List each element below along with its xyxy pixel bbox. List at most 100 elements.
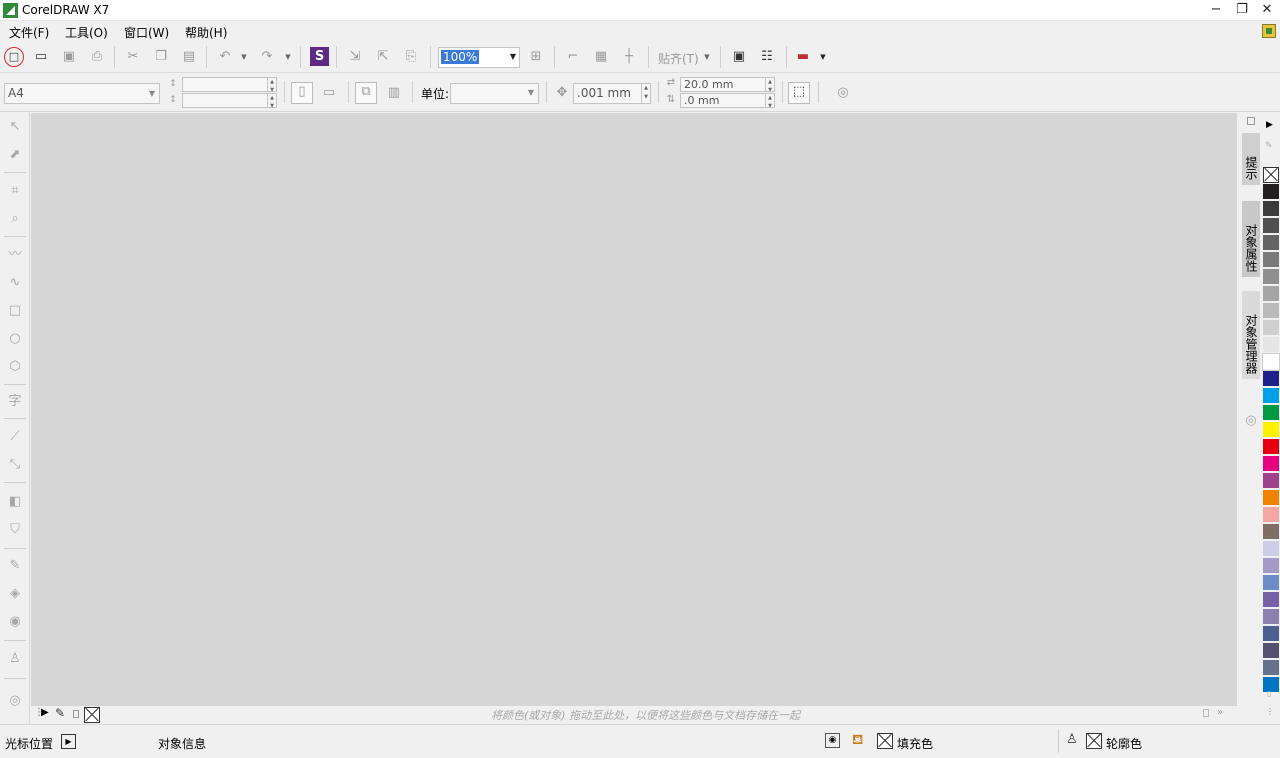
color-swatch[interactable] — [1263, 439, 1279, 455]
color-swatch[interactable] — [1263, 218, 1279, 234]
drawing-workspace[interactable] — [31, 113, 1237, 706]
color-swatch[interactable] — [1263, 558, 1279, 574]
no-color-swatch[interactable] — [1263, 167, 1279, 183]
launcher-dropdown-icon[interactable]: ▼ — [819, 48, 827, 66]
parallel-dimension-tool-icon[interactable]: ⟋ — [6, 428, 24, 446]
redo-dropdown-icon[interactable]: ▼ — [284, 48, 292, 66]
menu-window[interactable]: 窗口(W) — [124, 24, 169, 41]
tab-object-manager[interactable]: 对象管理器 — [1242, 291, 1260, 379]
current-page-icon[interactable]: ▥ — [385, 84, 403, 102]
color-swatch[interactable] — [1263, 609, 1279, 625]
color-swatch[interactable] — [1263, 320, 1279, 336]
artistic-media-tool-icon[interactable]: ∿ — [6, 274, 24, 292]
color-swatch[interactable] — [1263, 575, 1279, 591]
color-swatch[interactable] — [1263, 643, 1279, 659]
color-swatch[interactable] — [1263, 507, 1279, 523]
undo-dropdown-icon[interactable]: ▼ — [240, 48, 248, 66]
import-icon[interactable]: ⇲ — [346, 48, 364, 66]
drop-shadow-tool-icon[interactable]: ◧ — [6, 493, 24, 511]
search-content-icon[interactable]: S — [310, 47, 329, 66]
docker-menu-icon[interactable] — [1247, 117, 1255, 125]
copy-icon[interactable]: ❐ — [152, 48, 170, 66]
color-swatch[interactable] — [1263, 524, 1279, 540]
outline-none-swatch[interactable] — [1086, 733, 1102, 749]
palette-menu-icon[interactable] — [73, 710, 79, 718]
save-icon[interactable]: ▣ — [60, 48, 78, 66]
palette-scroll-right-icon[interactable]: » — [1217, 707, 1223, 718]
no-color-swatch[interactable] — [84, 707, 100, 723]
welcome-screen-icon[interactable]: ▣ — [730, 48, 748, 66]
interactive-fill-tool-icon[interactable]: ◈ — [6, 585, 24, 603]
color-swatch[interactable] — [1263, 405, 1279, 421]
color-eyedropper-tool-icon[interactable]: ✎ — [6, 557, 24, 575]
eyedropper-icon[interactable]: ✎ — [55, 706, 65, 720]
freehand-tool-icon[interactable]: 〰 — [6, 246, 24, 264]
smart-fill-tool-icon[interactable]: ◉ — [6, 613, 24, 631]
page-height-field[interactable]: ▲ ▼ — [182, 93, 277, 109]
paste-icon[interactable]: ▤ — [180, 48, 198, 66]
landscape-icon[interactable]: ▭ — [320, 84, 338, 102]
options-icon[interactable]: ☷ — [758, 48, 776, 66]
color-swatch[interactable] — [1263, 371, 1279, 387]
duplicate-distance-y-field[interactable]: .0 mm ▲ ▼ — [680, 93, 775, 109]
menu-file[interactable]: 文件(F) — [9, 24, 49, 41]
rectangle-tool-icon[interactable]: □ — [6, 302, 24, 320]
quick-customize-icon[interactable]: ◎ — [1243, 413, 1259, 429]
width-spinner[interactable]: ▲ ▼ — [267, 78, 276, 93]
play-arrow-icon[interactable]: ▶ — [61, 734, 76, 749]
close-button[interactable]: ✕ — [1254, 0, 1280, 21]
print-icon[interactable]: ⎙ — [88, 48, 106, 66]
tab-hints[interactable]: 提示 — [1242, 133, 1260, 185]
color-swatch[interactable] — [1263, 490, 1279, 506]
color-swatch[interactable] — [1263, 388, 1279, 404]
palette-scroll-up-icon[interactable]: ▶ — [1266, 120, 1273, 130]
color-swatch[interactable] — [1263, 252, 1279, 268]
page-size-select[interactable]: A4 ▼ — [4, 83, 160, 104]
cut-icon[interactable]: ✂ — [124, 48, 142, 66]
color-swatch[interactable] — [1263, 660, 1279, 676]
color-swatch[interactable] — [1263, 592, 1279, 608]
redo-icon[interactable]: ↷ — [258, 48, 276, 66]
connector-tool-icon[interactable]: ⤡ — [6, 456, 24, 474]
color-swatch[interactable] — [1263, 201, 1279, 217]
duplicate-y-spinner[interactable]: ▲ ▼ — [765, 94, 774, 109]
color-swatch[interactable] — [1263, 184, 1279, 200]
palette-flyout-icon[interactable]: ▶ — [41, 707, 49, 718]
export-icon[interactable]: ⇱ — [374, 48, 392, 66]
nudge-distance-field[interactable]: .001 mm ▲ ▼ — [573, 83, 651, 104]
color-swatch[interactable] — [1263, 541, 1279, 557]
color-swatch[interactable] — [1263, 337, 1279, 353]
fill-none-swatch[interactable] — [877, 733, 893, 749]
tab-object-properties[interactable]: 对象属性 — [1242, 201, 1260, 277]
zoom-tool-icon[interactable]: ⌕ — [6, 210, 24, 228]
shape-tool-icon[interactable]: ⬈ — [6, 146, 24, 164]
color-swatch[interactable] — [1262, 353, 1280, 371]
quick-customize-icon[interactable]: ◎ — [834, 84, 852, 102]
snap-dropdown-icon[interactable]: ▼ — [703, 48, 711, 66]
nudge-spinner[interactable]: ▲ ▼ — [641, 84, 650, 103]
color-proofing-icon[interactable]: ◉ — [825, 733, 840, 748]
menu-help[interactable]: 帮助(H) — [185, 24, 227, 41]
treat-as-filled-icon[interactable]: ⬚ — [788, 82, 810, 104]
page-width-field[interactable]: ▲ ▼ — [182, 77, 277, 93]
full-screen-preview-icon[interactable]: ⊞ — [527, 48, 545, 66]
minimize-button[interactable]: − — [1203, 0, 1229, 21]
snap-to-menu[interactable]: 贴齐(T) — [658, 50, 699, 67]
zoom-level-select[interactable]: 100% ▼ — [438, 47, 520, 68]
color-swatch[interactable] — [1263, 286, 1279, 302]
restore-button[interactable]: ❐ — [1229, 0, 1255, 21]
color-swatch[interactable] — [1263, 456, 1279, 472]
color-swatch[interactable] — [1263, 473, 1279, 489]
palette-scroll-down-icon[interactable]: ⋮ — [1266, 707, 1274, 716]
units-select[interactable]: ▼ — [450, 83, 539, 104]
application-launcher-icon[interactable]: ▬ — [794, 48, 812, 66]
pick-tool-icon[interactable]: ↖ — [6, 118, 24, 136]
ellipse-tool-icon[interactable]: ○ — [6, 330, 24, 348]
transparency-tool-icon[interactable]: ⛉ — [6, 521, 24, 539]
duplicate-distance-x-field[interactable]: 20.0 mm ▲ ▼ — [680, 77, 775, 93]
publish-pdf-icon[interactable]: ⎘ — [402, 48, 420, 66]
color-swatch[interactable] — [1263, 235, 1279, 251]
welcome-screen-icon[interactable] — [1262, 24, 1276, 38]
color-swatch[interactable] — [1263, 422, 1279, 438]
text-tool-icon[interactable]: 字 — [6, 393, 24, 411]
